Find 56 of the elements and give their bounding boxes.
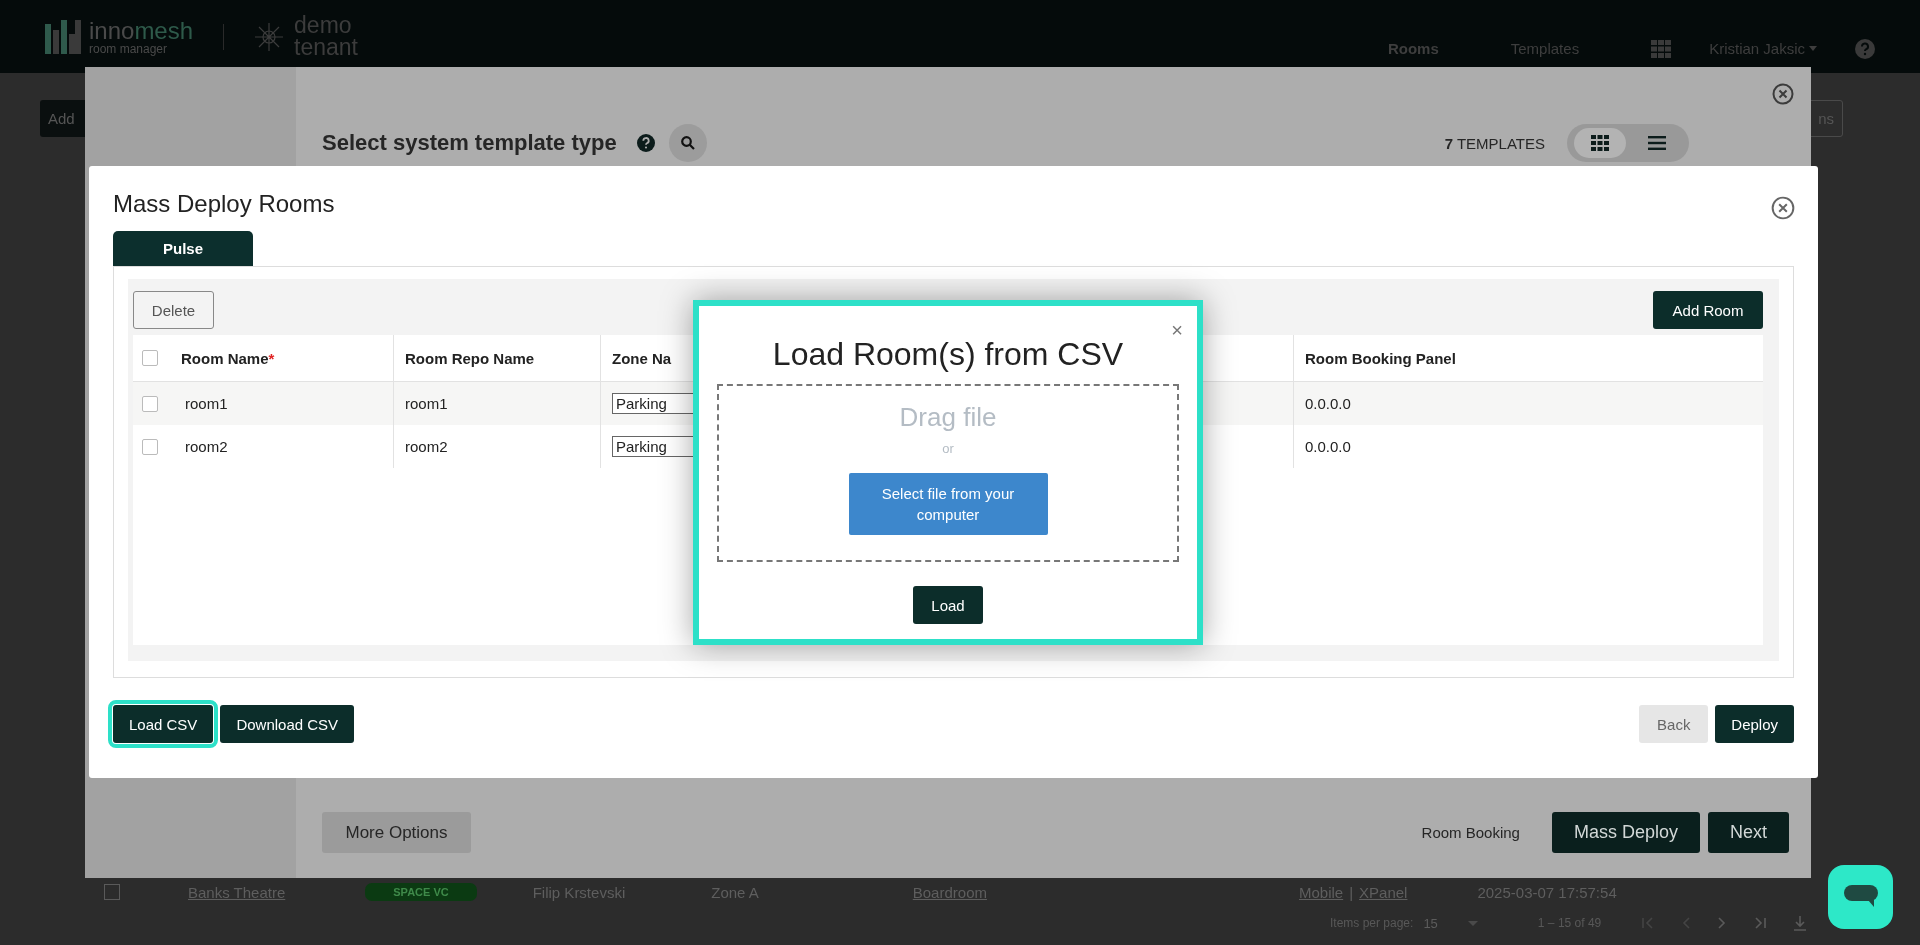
- template-count: 7 TEMPLATES: [1444, 134, 1545, 152]
- delete-button[interactable]: Delete: [133, 291, 214, 329]
- column-header: Room Repo Name: [393, 335, 600, 381]
- table-cell: room1: [393, 382, 600, 425]
- select-file-button[interactable]: Select file from your computer: [848, 473, 1048, 535]
- add-room-button[interactable]: Add Room: [1653, 291, 1763, 329]
- last-page-icon[interactable]: [1753, 916, 1768, 930]
- drop-zone[interactable]: Drag file or Select file from your computer: [717, 384, 1179, 562]
- apps-grid-icon[interactable]: [1651, 39, 1672, 58]
- download-icon[interactable]: [1793, 915, 1808, 931]
- row-checkbox[interactable]: [142, 395, 158, 412]
- table-cell-text: room2: [184, 437, 229, 457]
- more-options-button[interactable]: More Options: [322, 812, 471, 853]
- or-label: or: [942, 441, 954, 456]
- drop-hint: Drag file: [899, 402, 997, 433]
- select-all-checkbox[interactable]: [142, 350, 158, 366]
- dialog-title: Select system template type: [322, 130, 617, 156]
- logo-icon: [45, 19, 81, 54]
- snowflake-icon: [254, 21, 285, 52]
- deploy-button[interactable]: Deploy: [1715, 705, 1794, 743]
- type-badge: SPACE VC: [365, 883, 477, 901]
- table-cell: room2: [393, 425, 600, 468]
- view-option[interactable]: [1573, 128, 1626, 158]
- first-page-icon[interactable]: [1641, 916, 1656, 930]
- grid-view-icon: [1590, 135, 1609, 151]
- list-view-icon: [1647, 136, 1666, 150]
- close-icon[interactable]: [1771, 196, 1795, 220]
- caret-icon: [1467, 920, 1478, 926]
- table-cell-text: room1: [184, 394, 229, 414]
- brand-tagline: room manager: [89, 42, 169, 55]
- search-icon: [680, 136, 695, 150]
- brand-name: innomesh: [89, 18, 194, 43]
- chat-button[interactable]: [1828, 865, 1893, 929]
- dialog-title: Mass Deploy Rooms: [113, 190, 335, 219]
- close-icon[interactable]: [1772, 83, 1794, 105]
- next-button[interactable]: Next: [1708, 812, 1789, 853]
- table-cell: 0.0.0.0: [1293, 425, 1763, 468]
- mass-deploy-button[interactable]: Mass Deploy: [1551, 812, 1700, 853]
- row-checkbox[interactable]: [142, 438, 158, 455]
- link-separator: |: [1349, 883, 1354, 901]
- chat-bubble-icon: [1843, 885, 1878, 909]
- next-page-icon[interactable]: [1717, 916, 1728, 930]
- previous-page-icon[interactable]: [1681, 916, 1692, 930]
- row-checkbox[interactable]: [104, 884, 120, 900]
- column-header: Room Name*: [180, 348, 276, 369]
- download-csv-button[interactable]: Download CSV: [220, 705, 355, 743]
- help-icon[interactable]: [636, 134, 655, 152]
- load-button[interactable]: Load: [913, 586, 983, 624]
- tab[interactable]: Pulse: [113, 231, 253, 266]
- caret-icon: [1809, 46, 1817, 51]
- column-header: Room Booking Panel: [1293, 335, 1763, 381]
- search-button[interactable]: [668, 124, 707, 162]
- back-button[interactable]: Back: [1639, 705, 1709, 743]
- table-cell: 0.0.0.0: [1293, 382, 1763, 425]
- dialog-title: Load Room(s) from CSV: [772, 336, 1124, 374]
- room-booking-label: Room Booking: [1421, 824, 1520, 841]
